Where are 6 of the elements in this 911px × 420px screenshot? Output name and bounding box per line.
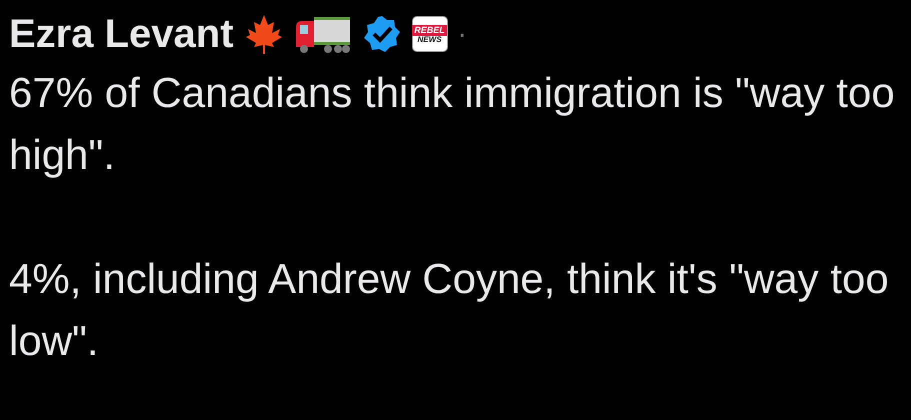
separator: · <box>458 17 467 51</box>
maple-leaf-icon <box>244 13 284 55</box>
affiliate-badge[interactable]: REBEL NEWS <box>412 16 448 52</box>
tweet-paragraph: 67% of Canadians think immigration is "way too high". <box>9 68 896 180</box>
author-name[interactable]: Ezra Levant <box>9 10 234 58</box>
tweet-paragraph: 4%, including Andrew Coyne, think it's "way too low". <box>9 254 890 366</box>
